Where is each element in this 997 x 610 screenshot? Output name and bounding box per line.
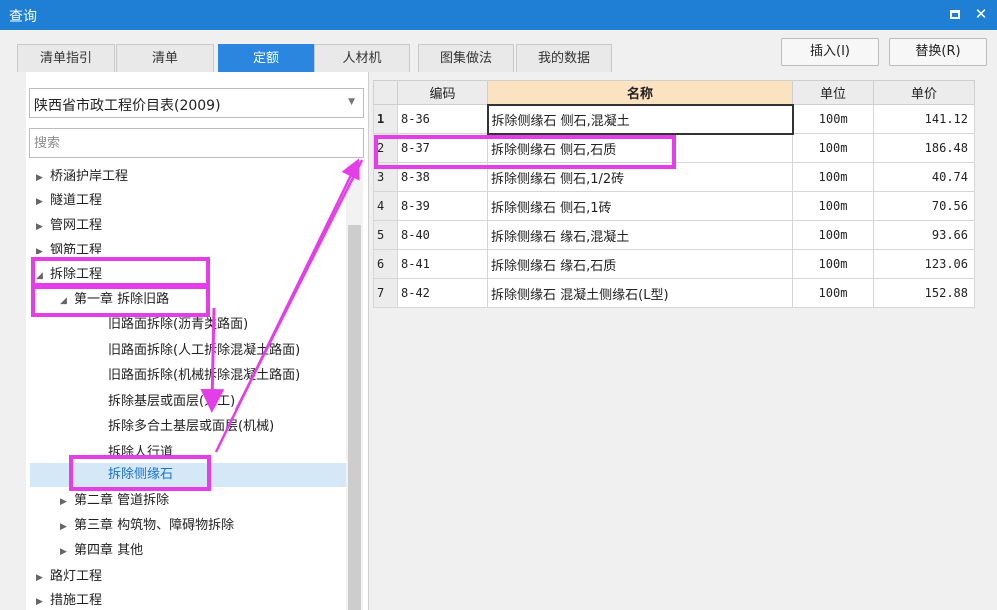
expand-arrow-icon[interactable]: ▶	[36, 591, 50, 610]
cell-price[interactable]: 152.88	[873, 278, 975, 308]
tree-node-measures[interactable]: ▶ 措施工程	[36, 590, 102, 610]
tree-node-tunnel[interactable]: ▶ 隧道工程	[36, 190, 102, 212]
cell-unit[interactable]: 100m	[792, 278, 874, 308]
tree-node-label: 桥涵护岸工程	[50, 169, 129, 184]
cell-code[interactable]: 8-36	[397, 104, 488, 134]
table-row[interactable]: 1 8-36 拆除侧缘石 侧石,混凝土 100m 141.12	[373, 103, 975, 135]
tree-leaf[interactable]: 拆除人行道	[108, 442, 173, 456]
tree-node-rebar[interactable]: ▶ 钢筋工程	[36, 240, 102, 254]
expand-arrow-icon[interactable]: ▶	[36, 191, 50, 213]
tree-node-label: 隧道工程	[50, 193, 103, 208]
annotation-box-row-8-37	[374, 135, 676, 169]
chevron-down-icon[interactable]: ▼	[348, 97, 355, 107]
table-row[interactable]: 7 8-42 拆除侧缘石 混凝土侧缘石(L型) 100m 152.88	[373, 278, 975, 308]
tab-labor-material-machine[interactable]: 人材机	[314, 44, 410, 72]
tab-list-guide[interactable]: 清单指引	[17, 44, 115, 72]
cell-price[interactable]: 123.06	[873, 249, 975, 279]
tree-node-label: 钢筋工程	[50, 243, 103, 254]
cell-code[interactable]: 8-41	[397, 249, 488, 279]
cell-unit[interactable]: 100m	[792, 162, 874, 192]
row-number: 5	[373, 220, 398, 250]
cell-unit[interactable]: 100m	[792, 220, 874, 250]
expand-arrow-icon[interactable]: ▶	[36, 567, 50, 589]
annotation-box-curb-demolition	[69, 455, 211, 491]
cell-price[interactable]: 70.56	[873, 191, 975, 221]
expand-arrow-icon[interactable]: ▶	[36, 241, 50, 254]
cell-code[interactable]: 8-39	[397, 191, 488, 221]
window-title: 查询	[9, 9, 37, 25]
search-input[interactable]	[30, 129, 363, 157]
tree-node-streetlight[interactable]: ▶ 路灯工程	[36, 566, 102, 588]
title-bar: 查询 ✕	[0, 0, 997, 30]
cell-name[interactable]: 拆除侧缘石 混凝土侧缘石(L型)	[487, 278, 793, 308]
scroll-up-icon[interactable]: ▲	[350, 166, 357, 176]
tree-scrollbar[interactable]: ▲	[346, 163, 363, 610]
tree-node-chapter3[interactable]: ▶ 第三章 构筑物、障碍物拆除	[60, 515, 234, 537]
tab-my-data[interactable]: 我的数据	[516, 44, 612, 72]
quota-grid: 编码 名称 单位 单价 1 8-36 拆除侧缘石 侧石,混凝土 100m 141…	[373, 80, 975, 308]
tree-leaf[interactable]: 旧路面拆除(沥青类路面)	[108, 314, 248, 336]
column-header-unit[interactable]: 单位	[792, 80, 874, 105]
insert-button[interactable]: 插入(I)	[781, 38, 879, 66]
row-number: 6	[373, 249, 398, 279]
cell-price[interactable]: 186.48	[873, 133, 975, 163]
tree-node-pipe[interactable]: ▶ 管网工程	[36, 215, 102, 237]
tree-node-label: 管网工程	[50, 218, 103, 233]
scrollbar-thumb[interactable]	[348, 225, 361, 610]
table-row[interactable]: 4 8-39 拆除侧缘石 侧石,1砖 100m 70.56	[373, 191, 975, 221]
row-number: 4	[373, 191, 398, 221]
cell-unit[interactable]: 100m	[792, 191, 874, 221]
tree-node-bridge[interactable]: ▶ 桥涵护岸工程	[36, 166, 128, 188]
tree-node-chapter2[interactable]: ▶ 第二章 管道拆除	[60, 490, 169, 512]
column-header-price[interactable]: 单价	[873, 80, 975, 105]
table-row[interactable]: 6 8-41 拆除侧缘石 缘石,石质 100m 123.06	[373, 249, 975, 279]
cell-unit[interactable]: 100m	[792, 104, 874, 134]
tree-node-label: 第四章 其他	[74, 543, 144, 558]
tree-leaf[interactable]: 拆除多合土基层或面层(机械)	[108, 416, 274, 438]
cell-name[interactable]: 拆除侧缘石 侧石,混凝土	[486, 103, 794, 135]
expand-arrow-icon[interactable]: ▶	[60, 541, 74, 563]
quota-table: 编码 名称 单位 单价 1 8-36 拆除侧缘石 侧石,混凝土 100m 141…	[373, 80, 975, 308]
tree-leaf[interactable]: 拆除基层或面层(人工)	[108, 391, 235, 413]
expand-arrow-icon[interactable]: ▶	[36, 167, 50, 189]
tree-node-label: 路灯工程	[50, 569, 103, 584]
annotation-box-chapter1	[31, 285, 210, 317]
cell-name[interactable]: 拆除侧缘石 侧石,1砖	[487, 191, 793, 221]
library-select-value: 陕西省市政工程价目表(2009)	[34, 98, 221, 114]
expand-arrow-icon[interactable]: ▶	[60, 491, 74, 513]
search-field[interactable]	[29, 128, 364, 158]
close-icon[interactable]: ✕	[971, 4, 991, 24]
tree-node-label: 第三章 构筑物、障碍物拆除	[74, 518, 235, 533]
cell-name[interactable]: 拆除侧缘石 缘石,石质	[487, 249, 793, 279]
column-header-code[interactable]: 编码	[397, 80, 488, 105]
replace-button[interactable]: 替换(R)	[889, 38, 987, 66]
table-row[interactable]: 5 8-40 拆除侧缘石 缘石,混凝土 100m 93.66	[373, 220, 975, 250]
tree-node-label: 第二章 管道拆除	[74, 493, 170, 508]
expand-arrow-icon[interactable]: ▶	[36, 216, 50, 238]
annotation-box-demolition	[31, 257, 210, 287]
tab-quota[interactable]: 定额	[218, 44, 314, 72]
tab-atlas-method[interactable]: 图集做法	[418, 44, 514, 72]
cell-price[interactable]: 141.12	[873, 104, 975, 134]
table-header-row: 编码 名称 单位 单价	[373, 80, 975, 105]
tree-node-label: 措施工程	[50, 593, 103, 608]
row-number: 7	[373, 278, 398, 308]
column-header-name[interactable]: 名称	[487, 80, 793, 105]
cell-price[interactable]: 40.74	[873, 162, 975, 192]
column-header-rowno	[373, 80, 398, 105]
tree-leaf[interactable]: 旧路面拆除(机械拆除混凝土路面)	[108, 365, 300, 387]
cell-unit[interactable]: 100m	[792, 249, 874, 279]
expand-arrow-icon[interactable]: ▶	[60, 516, 74, 538]
library-select[interactable]: 陕西省市政工程价目表(2009) ▼	[29, 88, 364, 118]
cell-code[interactable]: 8-42	[397, 278, 488, 308]
cell-price[interactable]: 93.66	[873, 220, 975, 250]
cell-unit[interactable]: 100m	[792, 133, 874, 163]
cell-code[interactable]: 8-40	[397, 220, 488, 250]
cell-name[interactable]: 拆除侧缘石 缘石,混凝土	[487, 220, 793, 250]
tree-node-chapter4[interactable]: ▶ 第四章 其他	[60, 540, 143, 562]
row-number: 1	[373, 104, 398, 134]
maximize-icon[interactable]	[945, 4, 965, 24]
tab-list[interactable]: 清单	[116, 44, 214, 72]
tree-leaf[interactable]: 旧路面拆除(人工拆除混凝土路面)	[108, 340, 300, 362]
